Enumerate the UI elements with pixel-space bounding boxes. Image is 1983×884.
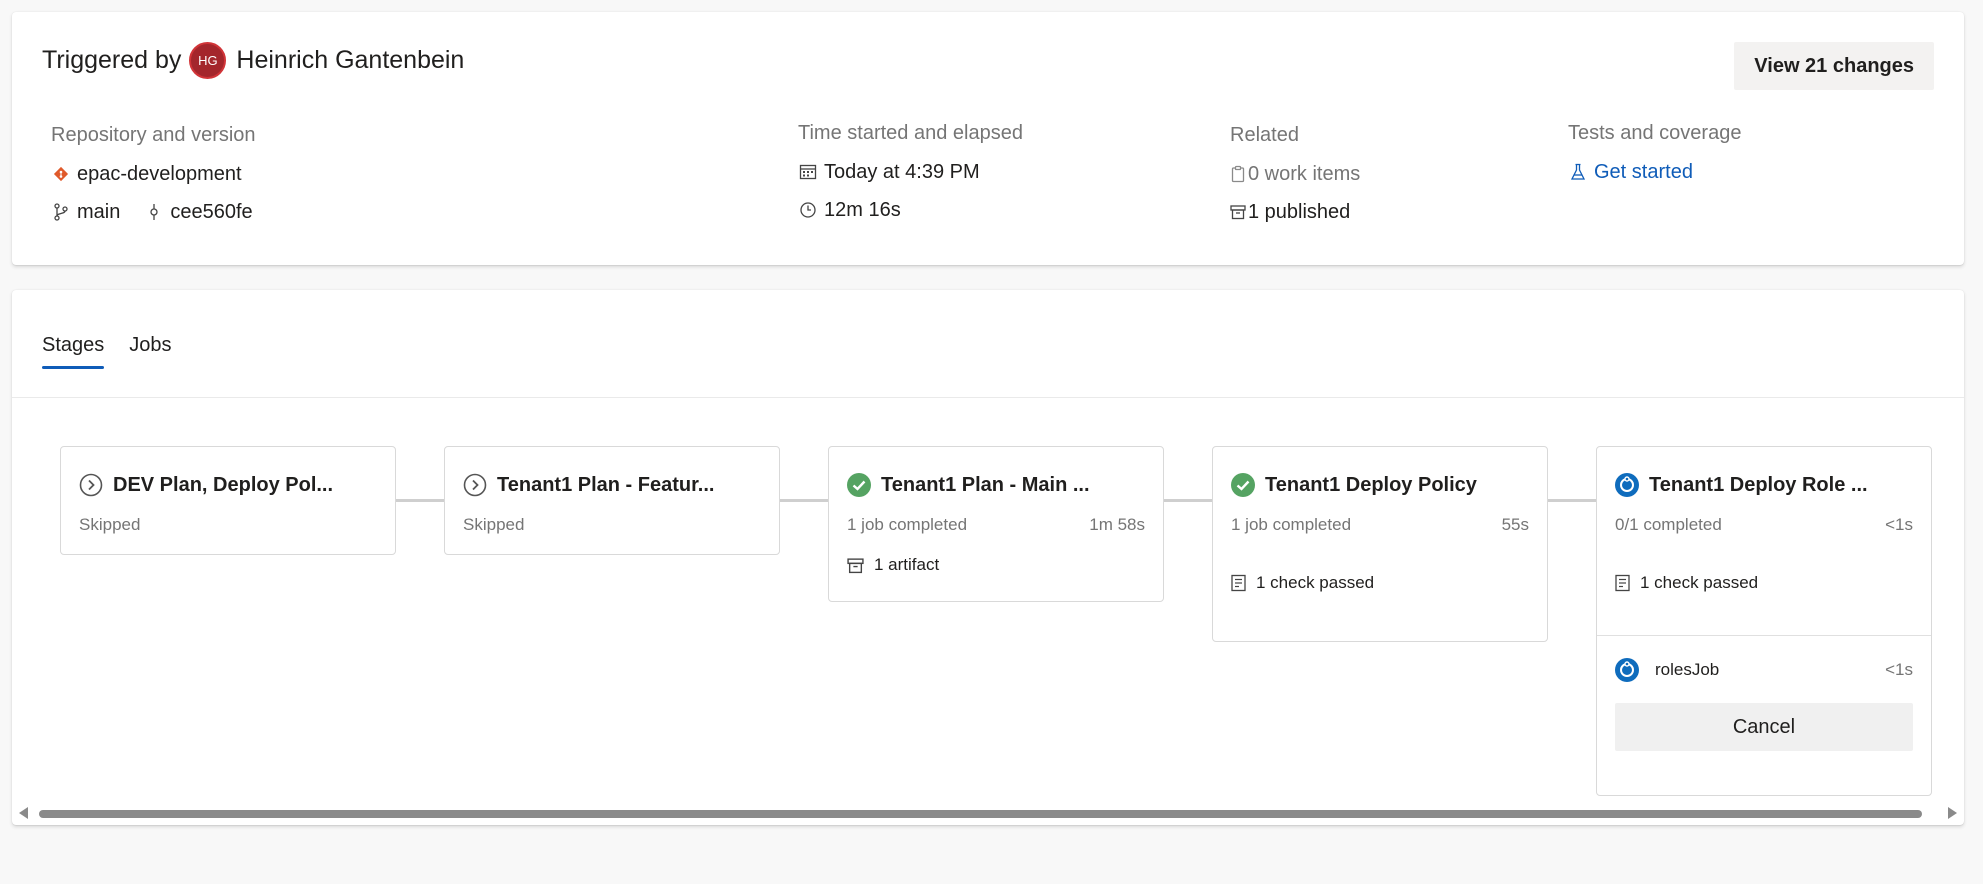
stage-title[interactable]: Tenant1 Deploy Role ... [1649, 474, 1868, 497]
job-duration: <1s [1885, 659, 1913, 679]
tab-bar: Stages Jobs [42, 334, 172, 369]
repository-section: Repository and version epac-development … [51, 124, 256, 236]
stage-card[interactable]: DEV Plan, Deploy Pol... Skipped [60, 446, 396, 555]
artifact-label[interactable]: 1 artifact [874, 555, 939, 575]
artifact-row[interactable]: 1 artifact [829, 555, 1163, 575]
stages-card: Stages Jobs DEV Plan, Deploy Pol... Skip… [12, 290, 1964, 825]
stage-card[interactable]: Tenant1 Plan - Featur... Skipped [444, 446, 780, 555]
checklist-icon [1231, 574, 1246, 592]
get-started-link[interactable]: Get started [1594, 161, 1693, 184]
version-row: main cee560fe [51, 198, 256, 226]
stage-connector [1164, 499, 1212, 502]
work-items: 0 work items [1248, 162, 1361, 185]
time-started-row: Today at 4:39 PM [798, 158, 1023, 186]
time-label: Time started and elapsed [798, 122, 1023, 144]
stage-title[interactable]: DEV Plan, Deploy Pol... [113, 474, 333, 497]
cancel-button[interactable]: Cancel [1615, 703, 1913, 751]
time-section: Time started and elapsed Today at 4:39 P… [798, 122, 1023, 234]
calendar-icon [798, 163, 818, 181]
scroll-right-icon[interactable] [1948, 807, 1957, 819]
checks-row[interactable]: 1 check passed [1597, 573, 1931, 593]
view-changes-button[interactable]: View 21 changes [1734, 42, 1934, 90]
user-name[interactable]: Heinrich Gantenbein [236, 46, 464, 75]
stage-card[interactable]: Tenant1 Deploy Policy 1 job completed 55… [1212, 446, 1548, 642]
scrollbar-thumb[interactable] [39, 810, 1922, 818]
stage-status: 0/1 completed [1615, 515, 1722, 534]
stage-connector [780, 499, 828, 502]
repo-row[interactable]: epac-development [51, 160, 256, 188]
tests-link-row[interactable]: Get started [1568, 158, 1741, 186]
branch-icon [51, 203, 71, 221]
stage-duration: 55s [1501, 515, 1529, 534]
triggered-by: Triggered by HG Heinrich Gantenbein [42, 42, 464, 79]
avatar[interactable]: HG [189, 42, 227, 79]
time-started: Today at 4:39 PM [824, 160, 980, 183]
flask-icon [1568, 163, 1588, 181]
related-section: Related 0 work items 1 published [1230, 124, 1360, 236]
horizontal-scrollbar[interactable] [12, 803, 1964, 821]
clock-icon [798, 201, 818, 219]
artifact-icon [847, 557, 864, 574]
stage-duration: <1s [1885, 515, 1913, 534]
published-count[interactable]: 1 published [1248, 201, 1350, 224]
work-items-row: 0 work items [1230, 160, 1360, 188]
running-icon [1615, 473, 1639, 497]
skipped-icon [79, 473, 103, 497]
checks-row[interactable]: 1 check passed [1213, 573, 1547, 593]
stage-title[interactable]: Tenant1 Deploy Policy [1265, 474, 1477, 497]
checks-label[interactable]: 1 check passed [1640, 573, 1758, 593]
stage-card[interactable]: Tenant1 Deploy Role ... 0/1 completed <1… [1596, 446, 1932, 796]
tab-jobs[interactable]: Jobs [129, 334, 171, 369]
stage-duration: 1m 58s [1089, 515, 1145, 534]
artifact-icon [1230, 204, 1246, 220]
time-elapsed-row: 12m 16s [798, 196, 1023, 224]
stage-card[interactable]: Tenant1 Plan - Main ... 1 job completed … [828, 446, 1164, 602]
published-row[interactable]: 1 published [1230, 198, 1360, 226]
commit-id[interactable]: cee560fe [170, 201, 252, 224]
tests-section: Tests and coverage Get started [1568, 122, 1741, 196]
stage-status: Skipped [79, 515, 141, 534]
check-circle-icon [1231, 473, 1255, 497]
stage-title[interactable]: Tenant1 Plan - Featur... [497, 474, 714, 497]
tabs-divider [12, 397, 1964, 398]
clipboard-icon [1230, 165, 1246, 183]
running-icon [1615, 657, 1639, 682]
check-circle-icon [847, 473, 871, 497]
triggered-prefix: Triggered by [42, 46, 182, 74]
stage-title[interactable]: Tenant1 Plan - Main ... [881, 474, 1090, 497]
checklist-icon [1615, 574, 1630, 592]
job-name[interactable]: rolesJob [1655, 660, 1719, 680]
skipped-icon [463, 473, 487, 497]
tab-stages[interactable]: Stages [42, 334, 105, 369]
checks-label[interactable]: 1 check passed [1256, 573, 1374, 593]
stage-status: Skipped [463, 515, 525, 534]
repo-name[interactable]: epac-development [77, 163, 242, 186]
stage-connector [1548, 499, 1596, 502]
git-repo-icon [51, 166, 71, 182]
stage-status: 1 job completed [847, 515, 968, 534]
stage-connector [396, 499, 444, 502]
branch-name[interactable]: main [77, 201, 120, 224]
related-label: Related [1230, 124, 1299, 146]
scroll-left-icon[interactable] [19, 807, 28, 819]
job-row[interactable]: rolesJob <1s [1597, 635, 1931, 703]
repository-label: Repository and version [51, 124, 256, 146]
run-summary-card: Triggered by HG Heinrich Gantenbein View… [12, 12, 1964, 265]
time-elapsed: 12m 16s [824, 198, 901, 221]
commit-icon [144, 203, 164, 221]
tests-label: Tests and coverage [1568, 122, 1742, 144]
stage-status: 1 job completed [1231, 515, 1352, 534]
